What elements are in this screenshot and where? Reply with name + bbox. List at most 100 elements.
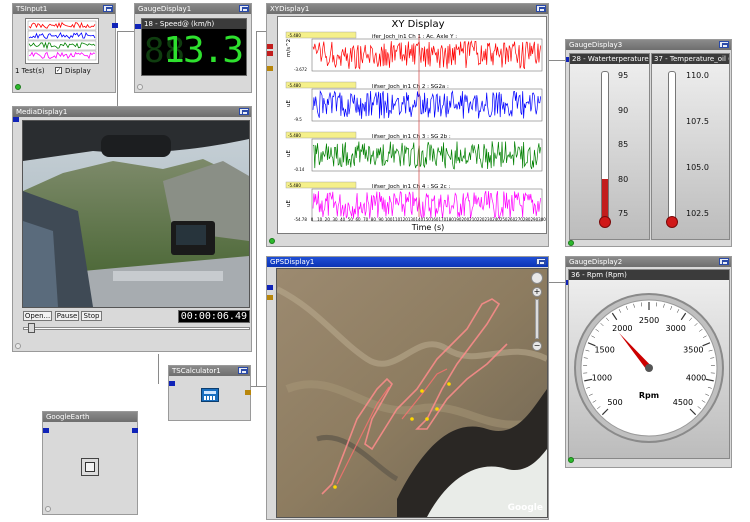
status-indicator [15,84,21,90]
strip-cursor-value: -5.480 [288,83,301,88]
thermometer-tick-label: 80 [618,174,629,184]
panel-title[interactable]: MediaDisplay1 [13,107,251,117]
readout-channel-label: 18 - Speed@ (km/h) [142,19,246,29]
panel-title[interactable]: GaugeDisplay2 [566,257,731,267]
input-port[interactable] [267,285,273,290]
map-pan-control[interactable] [531,272,543,284]
thermometer-bulb [599,216,611,228]
panel-menu-icon[interactable] [536,5,546,12]
dial-tick-label: 4000 [686,373,706,382]
panel-title[interactable]: GaugeDisplay1 [135,4,251,14]
stop-button[interactable]: Stop [81,311,102,321]
video-image [23,121,249,307]
zoom-in-button[interactable]: + [532,287,542,297]
test-thumbnail-traces [27,20,97,61]
strip-unit-label: uE [286,200,292,207]
google-earth-panel[interactable]: GoogleEarth [42,411,138,515]
seek-slider-thumb[interactable] [27,323,35,333]
gps-display-panel[interactable]: GPSDisplay1 + − Google [266,256,549,520]
gauge-channel-label: 28 - Waterterperature (°C) [570,54,649,64]
calculator-panel[interactable]: TSCalculator1 [168,365,251,421]
strip-unit-label: uE [286,100,292,107]
panel-title[interactable]: GPSDisplay1 [267,257,548,267]
panel-title[interactable]: GoogleEarth [43,412,137,422]
dial-tick-label: 2000 [612,324,632,333]
x-tick-label: 40 [340,217,346,222]
strip-channel-label: lifser_Joch_in1 Ch 3 : SG 2b : [372,134,451,140]
pause-button[interactable]: Pause [55,311,79,321]
strip-cursor-value: -5.480 [288,33,301,38]
thermometer-tube [668,71,676,221]
panel-title[interactable]: GaugeDisplay3 [566,40,731,50]
panel-title[interactable]: XYDisplay1 [267,4,548,14]
x-tick-label: 20 [325,217,331,222]
panel-menu-icon[interactable] [536,258,546,265]
test-thumbnail[interactable] [25,18,99,64]
connection-wire [117,31,134,32]
google-logo: Google [507,503,543,513]
panel-menu-icon[interactable] [239,108,249,115]
zoom-slider[interactable] [535,299,539,339]
thermometer-bulb [666,216,678,228]
display-checkbox[interactable]: ✓ [55,67,62,74]
panel-menu-icon[interactable] [719,41,729,48]
calculator-icon[interactable] [201,388,219,402]
strip-cursor-value: -5.480 [288,133,301,138]
strip-min-label: -0.14 [294,167,305,172]
thermometer-tick-label: 85 [618,140,629,149]
status-indicator [45,506,51,512]
oil-temperature-gauge: 37 - Temperature_oil (C) 110.0 107.5 105.0… [651,53,730,240]
media-display-panel[interactable]: MediaDisplay1 Open... Pause Stop 00:00:0… [12,106,252,352]
strip-channel-label: ifer_Joch_in1 Ch 1 : Ac. Axle Y : [372,34,457,40]
temperature-gauge-panel[interactable]: GaugeDisplay3 28 - Waterterperature (°C)… [565,39,732,247]
x-tick-label: 50 [348,217,354,222]
thermometer-tick-label: 102.5 [686,209,709,218]
thermometer-tick-label: 75 [618,209,629,218]
panel-menu-icon[interactable] [239,5,249,12]
input-port[interactable] [43,428,49,433]
panel-menu-icon[interactable] [103,5,113,12]
video-frame[interactable] [22,120,250,308]
map-view[interactable]: + − Google [276,268,548,518]
input-port[interactable] [267,51,273,56]
satellite-map[interactable] [277,269,547,517]
x-tick-label: 300 [538,217,546,222]
panel-menu-icon[interactable] [238,367,248,374]
gauge-channel-label: 37 - Temperature_oil (C) [652,54,729,64]
output-port[interactable] [112,23,118,28]
rpm-dial-frame: 36 - Rpm (Rpm) 500 1000 1500 2000 2500 3000 35… [568,269,730,459]
strip-min-label: -3.672 [294,67,307,72]
rpm-gauge-panel[interactable]: GaugeDisplay2 36 - Rpm (Rpm) 500 1000 1500… [565,256,732,468]
input-port[interactable] [13,117,19,122]
open-button[interactable]: Open... [23,311,52,321]
strip-channel-label: lifser_Joch_in1 Ch 2 : SG2a : [372,84,449,90]
water-temperature-gauge: 28 - Waterterperature (°C) 95 90 85 80 75 [569,53,650,240]
strip-min-label: -54.78 [294,217,307,222]
output-port[interactable] [245,390,251,395]
xy-display-panel[interactable]: XYDisplay1 XY Display -5.480 ifer_Joch_in… [266,3,549,247]
xy-chart[interactable]: XY Display -5.480 ifer_Joch_in1 Ch 1 : Ac… [278,17,546,233]
strip-channel-label: lifser_Joch_in1 Ch 4 : SG 2c : [372,184,450,190]
panel-menu-icon[interactable] [719,258,729,265]
input-port[interactable] [267,66,273,71]
x-tick-label: 70 [363,217,369,222]
x-tick-label: 30 [332,217,338,222]
input-port[interactable] [169,381,175,386]
zoom-out-button[interactable]: − [532,341,542,351]
thermometer-tube [601,71,609,221]
tsinput-panel[interactable]: TSInput1 1 Test(s) ✓ Display [12,3,118,93]
xy-plot-area[interactable]: XY Display -5.480 ifer_Joch_in1 Ch 1 : Ac… [277,16,547,234]
strip-cursor-value: -5.480 [288,183,301,188]
google-earth-icon[interactable] [81,458,99,476]
speed-gauge-panel[interactable]: GaugeDisplay1 18 - Speed@ (km/h) 88 13.3 [134,3,252,93]
dial-tick-label: 1000 [592,373,612,382]
thermometer-tick-label: 107.5 [686,117,709,126]
output-port[interactable] [132,428,138,433]
input-port[interactable] [267,44,273,49]
connection-wire [158,354,159,384]
connection-wire [256,31,257,386]
input-port[interactable] [267,295,273,300]
seek-track[interactable] [23,327,250,330]
timecode-value: 00:00:06.49 [180,311,247,322]
panel-title[interactable]: TSInput1 [13,4,115,14]
